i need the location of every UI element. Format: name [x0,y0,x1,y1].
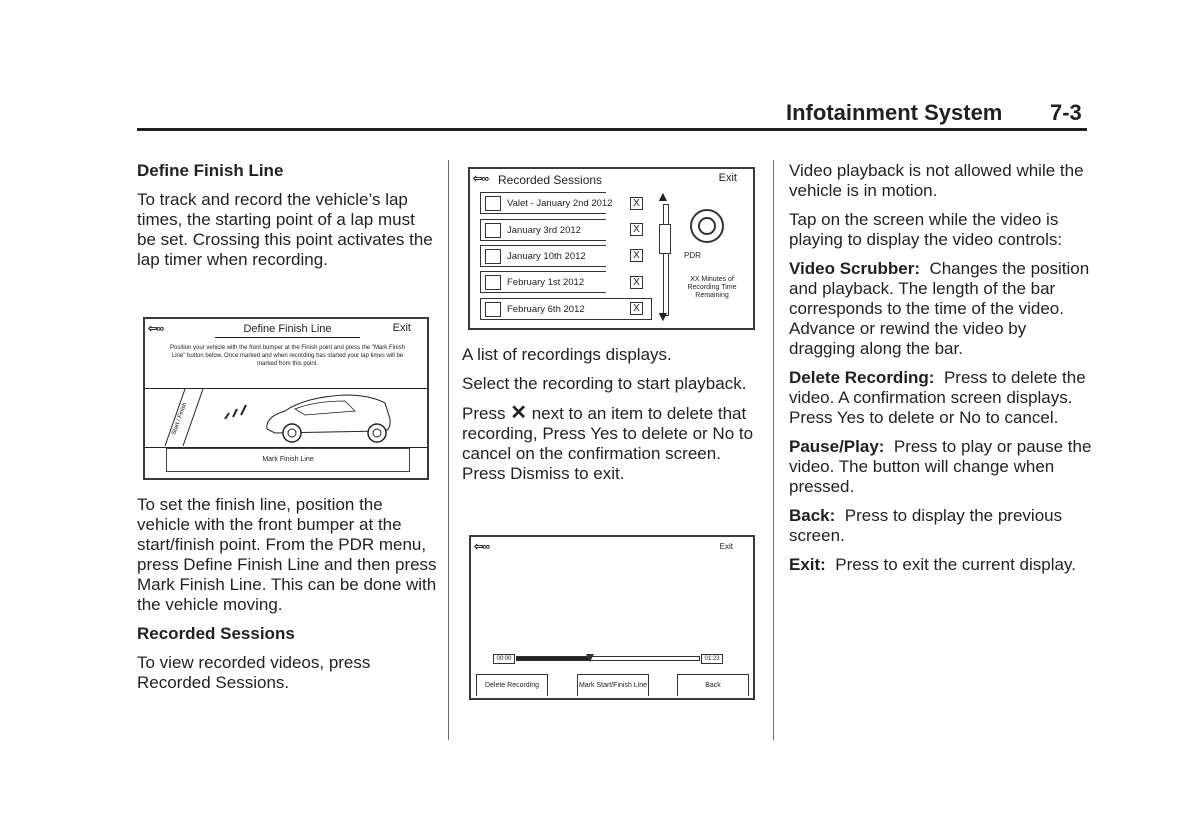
video-thumbnail-icon [485,275,501,290]
paragraph: A list of recordings displays. [462,345,672,364]
definition-item: Back: Press to display the previous scre… [789,506,1094,546]
section-title: Infotainment System [786,100,1003,125]
recording-item[interactable]: January 10th 2012 [480,245,606,267]
text: Press [462,404,506,423]
scrollbar-thumb[interactable] [659,224,671,254]
exit-button[interactable]: Exit [720,542,733,551]
recording-item[interactable]: February 1st 2012 [480,271,606,293]
column-divider-1 [448,160,449,740]
header-rule [137,128,1087,131]
back-icon[interactable]: ⇦∞ [473,172,489,185]
recording-item[interactable]: Valet - January 2nd 2012 [480,192,612,214]
x-delete-icon: ✕ [510,402,527,424]
column-1-lower: To set the finish line, position the veh… [137,495,437,702]
term: Back: [789,506,836,525]
definition-item: Exit: Press to exit the current display. [789,555,1094,575]
video-thumbnail-icon [485,249,501,264]
term: Delete Recording: [789,368,935,387]
column-2-text: A list of recordings displays. Select th… [462,345,762,493]
term: Pause/Play: [789,437,885,456]
recording-item[interactable]: January 3rd 2012 [480,219,606,241]
recording-label: January 10th 2012 [507,251,586,262]
time-end: 01:23 [701,654,723,664]
time-start: 00:00 [493,654,515,664]
scrubber-handle[interactable] [585,654,594,662]
definition-item: Pause/Play: Press to play or pause the v… [789,437,1094,497]
video-playback-screen[interactable]: ⇦∞ Exit 00:00 01:23 Delete Recording Mar… [469,535,755,700]
mark-finish-line-button[interactable]: Mark Finish Line [166,448,410,472]
definition-item: Video Scrubber: Changes the position and… [789,259,1094,359]
video-scrubber[interactable]: 00:00 01:23 [493,654,723,664]
video-thumbnail-icon [485,302,501,317]
text: next to an item to delete that recording… [462,404,754,483]
recording-label: February 6th 2012 [507,304,585,315]
back-icon[interactable]: ⇦∞ [474,540,490,553]
recording-label: January 3rd 2012 [507,225,581,236]
delete-recording-x-button[interactable]: X [630,223,643,236]
delete-recording-button[interactable]: Delete Recording [476,674,548,696]
back-icon[interactable]: ⇦∞ [148,322,164,335]
delete-recording-x-button[interactable]: X [630,276,643,289]
column-divider-2 [773,160,774,740]
pdr-dial-icon [690,209,724,243]
paragraph: To set the finish line, position the veh… [137,495,437,614]
delete-recording-x-button[interactable]: X [630,249,643,262]
recorded-sessions-screen: ⇦∞ Recorded Sessions Exit Valet - Januar… [468,167,755,330]
paragraph: To track and record the vehicle’s lap ti… [137,190,433,269]
term: Exit: [789,555,826,574]
video-thumbnail-icon [485,223,501,238]
mark-start-finish-line-button[interactable]: Mark Start/Finish Line [577,674,649,696]
description: Press to exit the current display. [835,555,1076,574]
scroll-down-arrow-icon[interactable]: ▼ [656,309,670,323]
recording-label: February 1st 2012 [507,277,585,288]
define-finish-line-screen: ⇦∞ Define Finish Line Exit Position your… [143,317,429,480]
paragraph: Select the recording to start playback. [462,374,747,393]
scrubber-bar[interactable] [516,654,700,662]
page-number: 7-3 [1050,100,1082,125]
scrollbar-track[interactable] [663,204,669,316]
back-button[interactable]: Back [677,674,749,696]
pdr-label: PDR [684,251,701,260]
recording-time-remaining: XX Minutes of Recording Time Remaining [687,276,737,299]
definition-item: Delete Recording: Press to delete the vi… [789,368,1094,428]
scrubber-progress [517,657,590,660]
heading-recorded-sessions: Recorded Sessions [137,624,295,643]
svg-text:Start / Finish: Start / Finish [171,402,188,436]
screen-title: Recorded Sessions [498,173,603,187]
exit-button[interactable]: Exit [719,172,737,184]
screen-title: Define Finish Line [215,323,360,338]
recording-item-selected[interactable]: February 6th 2012 [480,298,652,320]
heading-define-finish-line: Define Finish Line [137,161,284,180]
recording-label: Valet - January 2nd 2012 [507,198,613,209]
term: Video Scrubber: [789,259,920,278]
paragraph: Tap on the screen while the video is pla… [789,210,1063,249]
paragraph: To view recorded videos, press Recorded … [137,653,371,692]
road-illustration: Start / Finish [145,388,427,448]
paragraph: Press ✕ next to an item to delete that r… [462,403,762,484]
column-3: Video playback is not allowed while the … [789,161,1094,584]
car-illustration: Start / Finish [164,389,391,447]
delete-recording-x-button[interactable]: X [630,302,643,315]
video-thumbnail-icon [485,196,501,211]
scroll-up-arrow-icon[interactable]: ▲ [656,189,670,203]
exit-button[interactable]: Exit [393,322,411,334]
paragraph: Video playback is not allowed while the … [789,161,1084,200]
instructions-text: Position your vehicle with the front bum… [170,345,405,367]
delete-recording-x-button[interactable]: X [630,197,643,210]
column-1: Define Finish Line To track and record t… [137,161,437,279]
